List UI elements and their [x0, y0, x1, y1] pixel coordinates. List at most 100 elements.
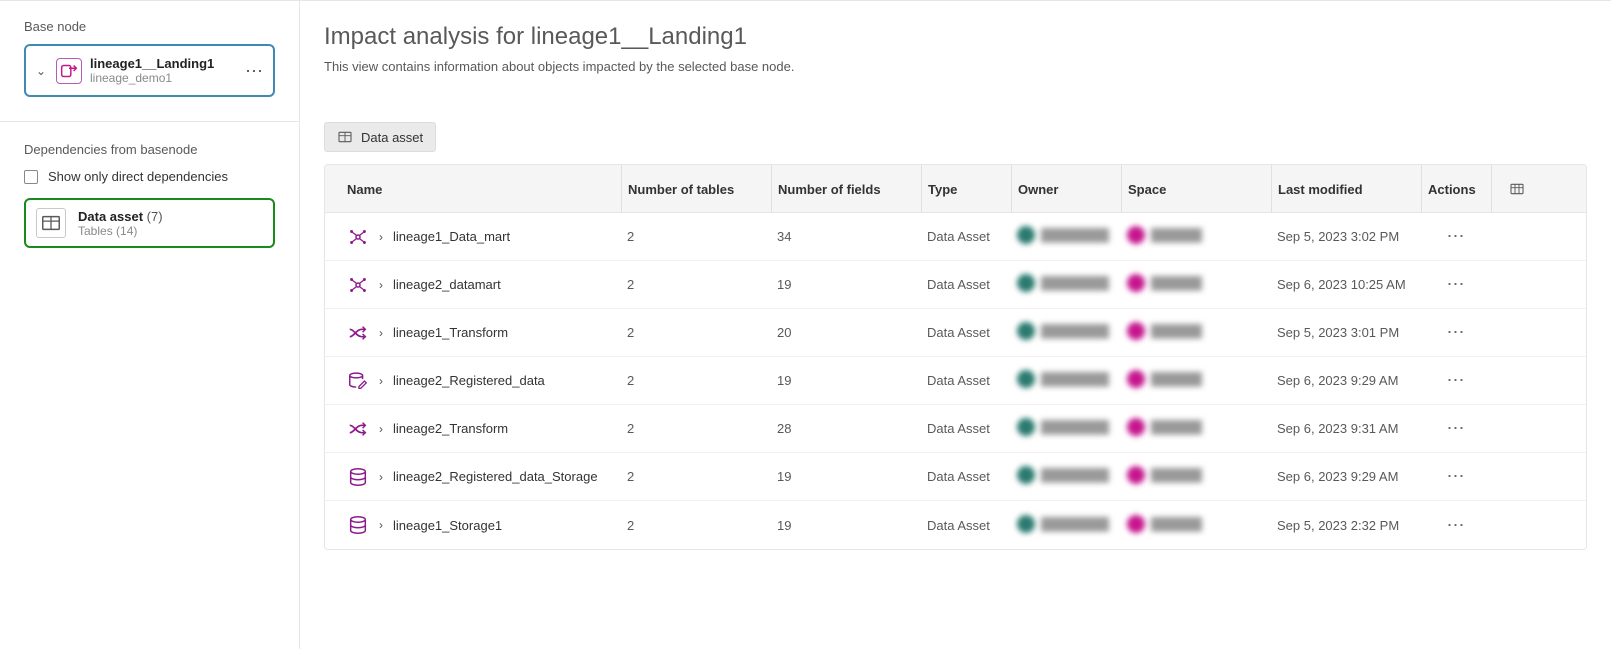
row-space: ██████ [1121, 226, 1271, 247]
avatar [1127, 466, 1145, 484]
column-header-actions[interactable]: Actions [1421, 165, 1491, 213]
row-num-fields: 19 [771, 373, 921, 388]
row-space: ██████ [1121, 274, 1271, 295]
column-header-num-tables[interactable]: Number of tables [621, 165, 771, 213]
chevron-right-icon[interactable]: › [379, 518, 383, 532]
base-node-label: Base node [24, 19, 275, 34]
chevron-right-icon[interactable]: › [379, 470, 383, 484]
row-num-tables: 2 [621, 325, 771, 340]
row-actions-button[interactable]: ⋯ [1421, 370, 1491, 391]
chevron-right-icon[interactable]: › [379, 326, 383, 340]
table-icon [337, 129, 353, 145]
table-row[interactable]: ›lineage1_Storage1219Data Asset ████████… [325, 501, 1586, 549]
table-row[interactable]: ›lineage1_Transform220Data Asset ███████… [325, 309, 1586, 357]
column-header-last-modified[interactable]: Last modified [1271, 165, 1421, 213]
table-row[interactable]: ›lineage2_Registered_data_Storage219Data… [325, 453, 1586, 501]
row-name: lineage2_Transform [393, 421, 508, 436]
table-row[interactable]: ›lineage2_datamart219Data Asset ████████… [325, 261, 1586, 309]
checkbox-icon[interactable] [24, 170, 38, 184]
row-last-modified: Sep 5, 2023 2:32 PM [1271, 518, 1421, 533]
avatar [1017, 466, 1035, 484]
column-header-space[interactable]: Space [1121, 165, 1271, 213]
column-header-type[interactable]: Type [921, 165, 1011, 213]
columns-icon [1509, 181, 1525, 197]
row-num-fields: 19 [771, 277, 921, 292]
column-settings-button[interactable] [1491, 165, 1541, 213]
avatar [1127, 515, 1145, 533]
dependency-card-subtitle: Tables (14) [78, 224, 163, 238]
row-last-modified: Sep 6, 2023 9:29 AM [1271, 373, 1421, 388]
avatar [1127, 226, 1145, 244]
row-type: Data Asset [921, 277, 1011, 292]
row-owner: ████████ [1011, 370, 1121, 391]
row-num-tables: 2 [621, 518, 771, 533]
row-name: lineage1_Data_mart [393, 229, 510, 244]
row-type: Data Asset [921, 325, 1011, 340]
dbpen-icon [347, 370, 369, 392]
chevron-right-icon[interactable]: › [379, 422, 383, 436]
avatar [1127, 418, 1145, 436]
row-actions-button[interactable]: ⋯ [1421, 274, 1491, 295]
row-num-tables: 2 [621, 373, 771, 388]
base-node-title: lineage1__Landing1 [90, 56, 237, 71]
filter-chip-data-asset[interactable]: Data asset [324, 122, 436, 152]
row-name: lineage2_Registered_data [393, 373, 545, 388]
avatar [1017, 418, 1035, 436]
row-actions-button[interactable]: ⋯ [1421, 418, 1491, 439]
chevron-right-icon[interactable]: › [379, 230, 383, 244]
row-num-tables: 2 [621, 229, 771, 244]
row-actions-button[interactable]: ⋯ [1421, 226, 1491, 247]
more-icon[interactable]: ⋯ [245, 62, 263, 80]
row-space: ██████ [1121, 322, 1271, 343]
table-header-row: Name Number of tables Number of fields T… [325, 165, 1586, 213]
dependency-card-data-asset[interactable]: Data asset (7) Tables (14) [24, 198, 275, 248]
row-num-tables: 2 [621, 469, 771, 484]
chevron-right-icon[interactable]: › [379, 374, 383, 388]
graph-icon [347, 274, 369, 296]
table-row[interactable]: ›lineage2_Transform228Data Asset ███████… [325, 405, 1586, 453]
row-type: Data Asset [921, 518, 1011, 533]
dependency-card-count: (7) [147, 209, 163, 224]
row-last-modified: Sep 6, 2023 9:29 AM [1271, 469, 1421, 484]
row-name: lineage1_Transform [393, 325, 508, 340]
row-actions-button[interactable]: ⋯ [1421, 322, 1491, 343]
row-name: lineage2_datamart [393, 277, 501, 292]
row-name: lineage2_Registered_data_Storage [393, 469, 598, 484]
avatar [1017, 226, 1035, 244]
avatar [1127, 370, 1145, 388]
row-type: Data Asset [921, 229, 1011, 244]
chevron-right-icon[interactable]: › [379, 278, 383, 292]
avatar [1017, 370, 1035, 388]
avatar [1017, 274, 1035, 292]
table: Name Number of tables Number of fields T… [324, 164, 1587, 550]
row-last-modified: Sep 5, 2023 3:01 PM [1271, 325, 1421, 340]
row-actions-button[interactable]: ⋯ [1421, 515, 1491, 536]
db-icon [347, 466, 369, 488]
show-direct-label: Show only direct dependencies [48, 169, 228, 184]
table-row[interactable]: › lineage2_Registered_data 219Data Asset █… [325, 357, 1586, 405]
row-space: ██████ [1121, 370, 1271, 391]
base-node-subtitle: lineage_demo1 [90, 71, 237, 85]
avatar [1017, 322, 1035, 340]
row-space: ██████ [1121, 418, 1271, 439]
base-node-card[interactable]: ⌄ lineage1__Landing1 lineage_demo1 ⋯ [24, 44, 275, 97]
row-num-fields: 19 [771, 518, 921, 533]
row-type: Data Asset [921, 373, 1011, 388]
column-header-num-fields[interactable]: Number of fields [771, 165, 921, 213]
column-header-name[interactable]: Name [341, 182, 621, 197]
shuffle-icon [347, 418, 369, 440]
column-header-owner[interactable]: Owner [1011, 165, 1121, 213]
page-subtitle: This view contains information about obj… [324, 59, 1587, 74]
row-type: Data Asset [921, 421, 1011, 436]
row-actions-button[interactable]: ⋯ [1421, 466, 1491, 487]
row-type: Data Asset [921, 469, 1011, 484]
table-icon [36, 208, 66, 238]
row-owner: ████████ [1011, 466, 1121, 487]
table-row[interactable]: ›lineage1_Data_mart234Data Asset ███████… [325, 213, 1586, 261]
row-num-tables: 2 [621, 277, 771, 292]
sidebar: Base node ⌄ lineage1__Landing1 lineage_d… [0, 1, 300, 649]
show-direct-checkbox-row[interactable]: Show only direct dependencies [24, 169, 275, 184]
chevron-down-icon[interactable]: ⌄ [36, 64, 48, 78]
row-num-fields: 20 [771, 325, 921, 340]
db-icon [347, 514, 369, 536]
